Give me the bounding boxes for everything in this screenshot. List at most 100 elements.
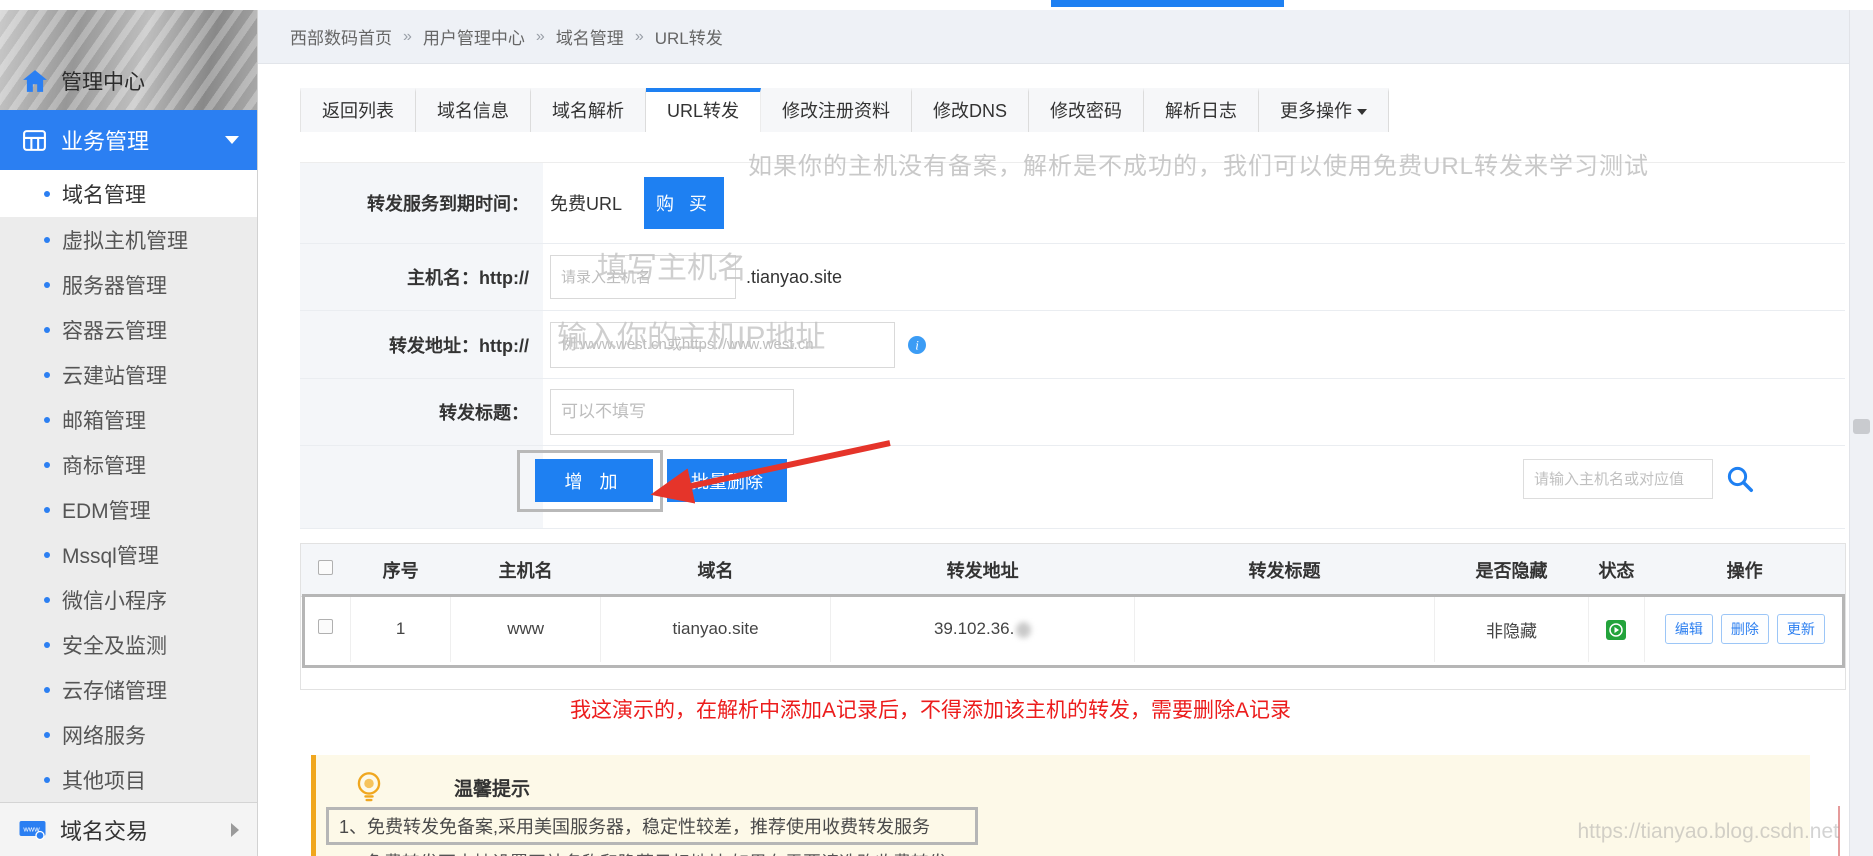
sidebar-item-label: 网络服务 (62, 724, 146, 748)
breadcrumb-home[interactable]: 西部数码首页 (290, 24, 392, 49)
search-icon[interactable] (1725, 464, 1755, 494)
batch-delete-button[interactable]: 批量删除 (667, 459, 787, 502)
form-row-hostname: 主机名：http:// .tianyao.site (300, 244, 1845, 311)
cell-actions: 编辑 删除 更新 (1644, 596, 1845, 662)
row-checkbox[interactable] (317, 619, 333, 635)
breadcrumb-current: URL转发 (654, 29, 723, 48)
chevron-down-icon (225, 136, 239, 144)
form-row-actions: 增 加 批量删除 (300, 446, 1845, 529)
sidebar-item-label: EDM管理 (62, 499, 151, 523)
col-target: 转发地址 (830, 544, 1135, 597)
sidebar-item-edm[interactable]: EDM管理 (0, 487, 257, 532)
sidebar-item-security[interactable]: 安全及监测 (0, 622, 257, 667)
sidebar-submenu: 域名管理 虚拟主机管理 服务器管理 容器云管理 云建站管理 邮箱管理 商标管理 … (0, 170, 257, 802)
col-title: 转发标题 (1134, 544, 1435, 597)
bullet-icon (44, 731, 50, 738)
notice-line-2: 2、免费转发不支持设置网站名称和隐藏目标地址,如果有需要请选购收费转发 (338, 849, 947, 856)
col-status: 状态 (1588, 544, 1645, 597)
sidebar-item-label: 其他项目 (62, 769, 146, 793)
tab-bar: 返回列表 域名信息 域名解析 URL转发 修改注册资料 修改DNS 修改密码 解… (300, 88, 1390, 132)
target-label: 转发地址：http:// (300, 311, 543, 378)
url-forward-page: 管理中心 业务管理 域名管理 虚拟主机管理 服务器管理 容器云管理 云建站管理 … (0, 0, 1873, 856)
sidebar-item-label: 商标管理 (62, 454, 146, 478)
scrollbar-thumb[interactable] (1853, 419, 1870, 434)
sidebar-item-mssql[interactable]: Mssql管理 (0, 532, 257, 577)
hostname-input[interactable] (550, 255, 736, 299)
search-input[interactable] (1523, 459, 1713, 499)
sidebar-item-cloud-storage[interactable]: 云存储管理 (0, 667, 257, 712)
bullet-icon (44, 190, 50, 197)
tab-resolve-log[interactable]: 解析日志 (1144, 88, 1260, 132)
bullet-icon (44, 281, 50, 288)
tab-dns-resolve[interactable]: 域名解析 (531, 88, 646, 132)
target-input[interactable] (550, 321, 895, 368)
lightbulb-icon (354, 771, 384, 803)
caret-down-icon (1357, 109, 1368, 116)
form-row-target: 转发地址：http:// i (300, 311, 1845, 379)
sidebar-item-other[interactable]: 其他项目 (0, 757, 257, 802)
sidebar-item-domain-trade[interactable]: www 域名交易 (0, 802, 257, 856)
top-loading-bar (1051, 0, 1284, 7)
sidebar-item-label: 域名管理 (62, 183, 146, 207)
sidebar-item-wechat-miniapp[interactable]: 微信小程序 (0, 577, 257, 622)
update-button[interactable]: 更新 (1776, 614, 1825, 645)
tab-edit-registration[interactable]: 修改注册资料 (761, 88, 913, 132)
bullet-icon (44, 641, 50, 648)
select-all-checkbox[interactable] (318, 560, 334, 576)
forward-title-input[interactable] (550, 389, 794, 435)
breadcrumb-separator: » (634, 27, 644, 45)
cell-hidden: 非隐藏 (1434, 596, 1590, 662)
sidebar-item-trademark[interactable]: 商标管理 (0, 442, 257, 487)
bullet-icon (44, 506, 50, 513)
sidebar-item-server[interactable]: 服务器管理 (0, 262, 257, 307)
tab-more-label: 更多操作 (1280, 101, 1353, 121)
col-host: 主机名 (450, 544, 601, 597)
breadcrumb: 西部数码首页 » 用户管理中心 » 域名管理 » URL转发 (258, 10, 1873, 64)
breadcrumb-user-center[interactable]: 用户管理中心 (423, 24, 525, 49)
sidebar-item-network[interactable]: 网络服务 (0, 712, 257, 757)
sidebar-item-mailbox[interactable]: 邮箱管理 (0, 397, 257, 442)
actions-label-spacer (300, 446, 543, 528)
col-actions: 操作 (1644, 544, 1845, 597)
chevron-right-icon (231, 822, 239, 837)
sidebar-item-domain-mgmt[interactable]: 域名管理 (0, 170, 257, 217)
sidebar-item-business[interactable]: 业务管理 (0, 110, 257, 170)
sidebar-item-container-cloud[interactable]: 容器云管理 (0, 307, 257, 352)
grid-icon (22, 128, 47, 153)
search-bar (1523, 459, 1755, 499)
cell-title (1134, 596, 1435, 662)
bullet-icon (44, 236, 50, 243)
breadcrumb-domain-mgmt[interactable]: 域名管理 (556, 24, 624, 49)
tab-domain-info[interactable]: 域名信息 (416, 88, 531, 132)
buy-button[interactable]: 购 买 (644, 177, 725, 229)
add-button[interactable]: 增 加 (535, 459, 653, 502)
home-icon (22, 69, 48, 93)
red-note-annotation: 我这演示的，在解析中添加A记录后，不得添加该主机的转发，需要删除A记录 (570, 699, 1292, 722)
sidebar-item-label: 云建站管理 (62, 364, 167, 388)
bullet-icon (44, 596, 50, 603)
bullet-icon (44, 551, 50, 558)
status-ok-icon (1606, 619, 1627, 640)
tab-edit-password[interactable]: 修改密码 (1029, 88, 1145, 132)
domain-trade-icon: www (18, 819, 47, 841)
bullet-icon (44, 461, 50, 468)
edit-button[interactable]: 编辑 (1664, 614, 1713, 645)
sidebar-item-label: 邮箱管理 (62, 409, 146, 433)
sidebar-item-site-builder[interactable]: 云建站管理 (0, 352, 257, 397)
sidebar-item-home[interactable]: 管理中心 (0, 66, 145, 110)
sidebar-item-label: 安全及监测 (62, 634, 167, 658)
bullet-icon (44, 371, 50, 378)
cell-target: 39.102.36. (830, 596, 1136, 662)
sidebar-item-vhost[interactable]: 虚拟主机管理 (0, 217, 257, 262)
tab-url-forward[interactable]: URL转发 (646, 88, 762, 132)
sidebar-item-label: 云存储管理 (62, 679, 167, 703)
tab-back-to-list[interactable]: 返回列表 (300, 88, 416, 132)
info-icon[interactable]: i (907, 335, 927, 355)
tab-more-actions[interactable]: 更多操作 (1259, 88, 1390, 132)
cell-index: 1 (350, 596, 452, 662)
form-row-expire: 转发服务到期时间： 免费URL 购 买 (300, 163, 1845, 244)
sidebar-home-label: 管理中心 (61, 71, 145, 94)
notice-line-1-highlighted: 1、免费转发免备案,采用美国服务器，稳定性较差，推荐使用收费转发服务 (326, 807, 978, 845)
tab-edit-dns[interactable]: 修改DNS (912, 88, 1030, 132)
delete-button[interactable]: 删除 (1720, 614, 1769, 645)
